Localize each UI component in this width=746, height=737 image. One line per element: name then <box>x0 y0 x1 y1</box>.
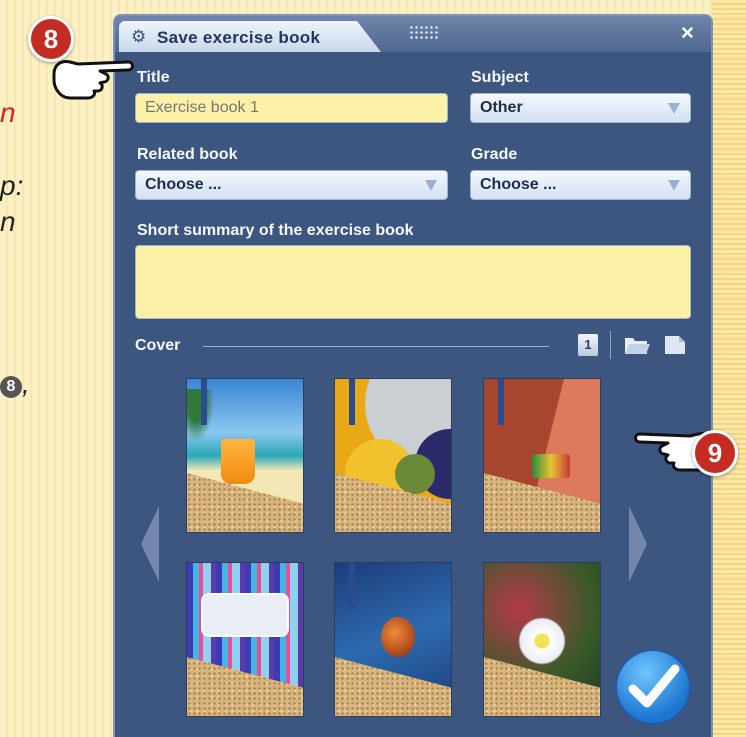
cover-thumbnail-beach-cocktail[interactable] <box>186 378 304 533</box>
background-text-heading: n <box>0 97 16 128</box>
confirm-save-button[interactable] <box>617 651 689 723</box>
chevron-down-icon <box>425 180 437 191</box>
cover-thumbnail-geometric-circles[interactable] <box>334 378 452 533</box>
save-exercise-book-dialog: ⚙ Save exercise book × Title Subject Oth… <box>113 14 713 737</box>
orb-art <box>381 617 415 657</box>
close-button[interactable]: × <box>681 20 694 46</box>
grade-label: Grade <box>471 146 518 163</box>
cover-thumbnail-blue-orb[interactable] <box>334 562 452 717</box>
step-marker: 8 <box>0 376 22 398</box>
background-text-line: n <box>0 206 16 237</box>
toy-art <box>532 454 570 478</box>
step-9-callout: 9 <box>692 430 738 476</box>
drag-grip-icon[interactable] <box>409 25 439 39</box>
background-text-line: p: <box>0 170 24 201</box>
subject-select[interactable]: Other <box>470 93 691 123</box>
background-comma: , <box>22 368 30 399</box>
cover-divider <box>203 346 549 347</box>
previous-covers-arrow[interactable] <box>141 506 159 582</box>
summary-label: Short summary of the exercise book <box>137 222 414 239</box>
subject-select-value: Other <box>480 99 523 116</box>
toolbar-separator <box>610 331 611 359</box>
summary-textarea[interactable] <box>135 245 691 319</box>
dialog-titlebar[interactable]: ⚙ Save exercise book × <box>115 16 711 52</box>
background-step-reference: 8, <box>0 366 30 402</box>
cork-strip <box>187 657 303 716</box>
checkmark-icon <box>628 664 680 708</box>
blank-page-icon[interactable] <box>663 334 687 356</box>
chevron-down-icon <box>668 180 680 191</box>
cover-spine-label <box>201 379 207 425</box>
cover-spine-label <box>349 379 355 425</box>
chevron-down-icon <box>668 103 680 114</box>
dialog-title-tab: ⚙ Save exercise book <box>119 21 381 52</box>
related-book-label: Related book <box>137 146 238 163</box>
cover-label: Cover <box>135 337 181 354</box>
cover-thumbnail-frosted-flower[interactable] <box>483 562 601 717</box>
related-book-select[interactable]: Choose ... <box>135 170 448 200</box>
cover-spine-label <box>349 563 355 609</box>
cover-spine-label <box>498 379 504 425</box>
next-covers-arrow[interactable] <box>629 506 647 582</box>
subject-label: Subject <box>471 69 529 86</box>
cocktail-glass-art <box>221 439 255 484</box>
open-folder-icon[interactable] <box>623 334 651 356</box>
circle-art <box>395 454 435 494</box>
page-right-border <box>712 0 746 737</box>
step-8-callout: 8 <box>28 16 74 62</box>
grade-select[interactable]: Choose ... <box>470 170 691 200</box>
title-label: Title <box>137 69 170 86</box>
name-label-art <box>201 593 289 637</box>
related-book-select-value: Choose ... <box>145 176 222 193</box>
dialog-title: Save exercise book <box>157 28 321 47</box>
grade-select-value: Choose ... <box>480 176 557 193</box>
cover-thumbnail-colorful-stripes[interactable] <box>186 562 304 717</box>
cover-thumbnail-red-toy[interactable] <box>483 378 601 533</box>
title-input[interactable] <box>135 93 448 123</box>
flower-art <box>514 613 570 669</box>
page-one-icon[interactable]: 1 <box>578 334 598 356</box>
